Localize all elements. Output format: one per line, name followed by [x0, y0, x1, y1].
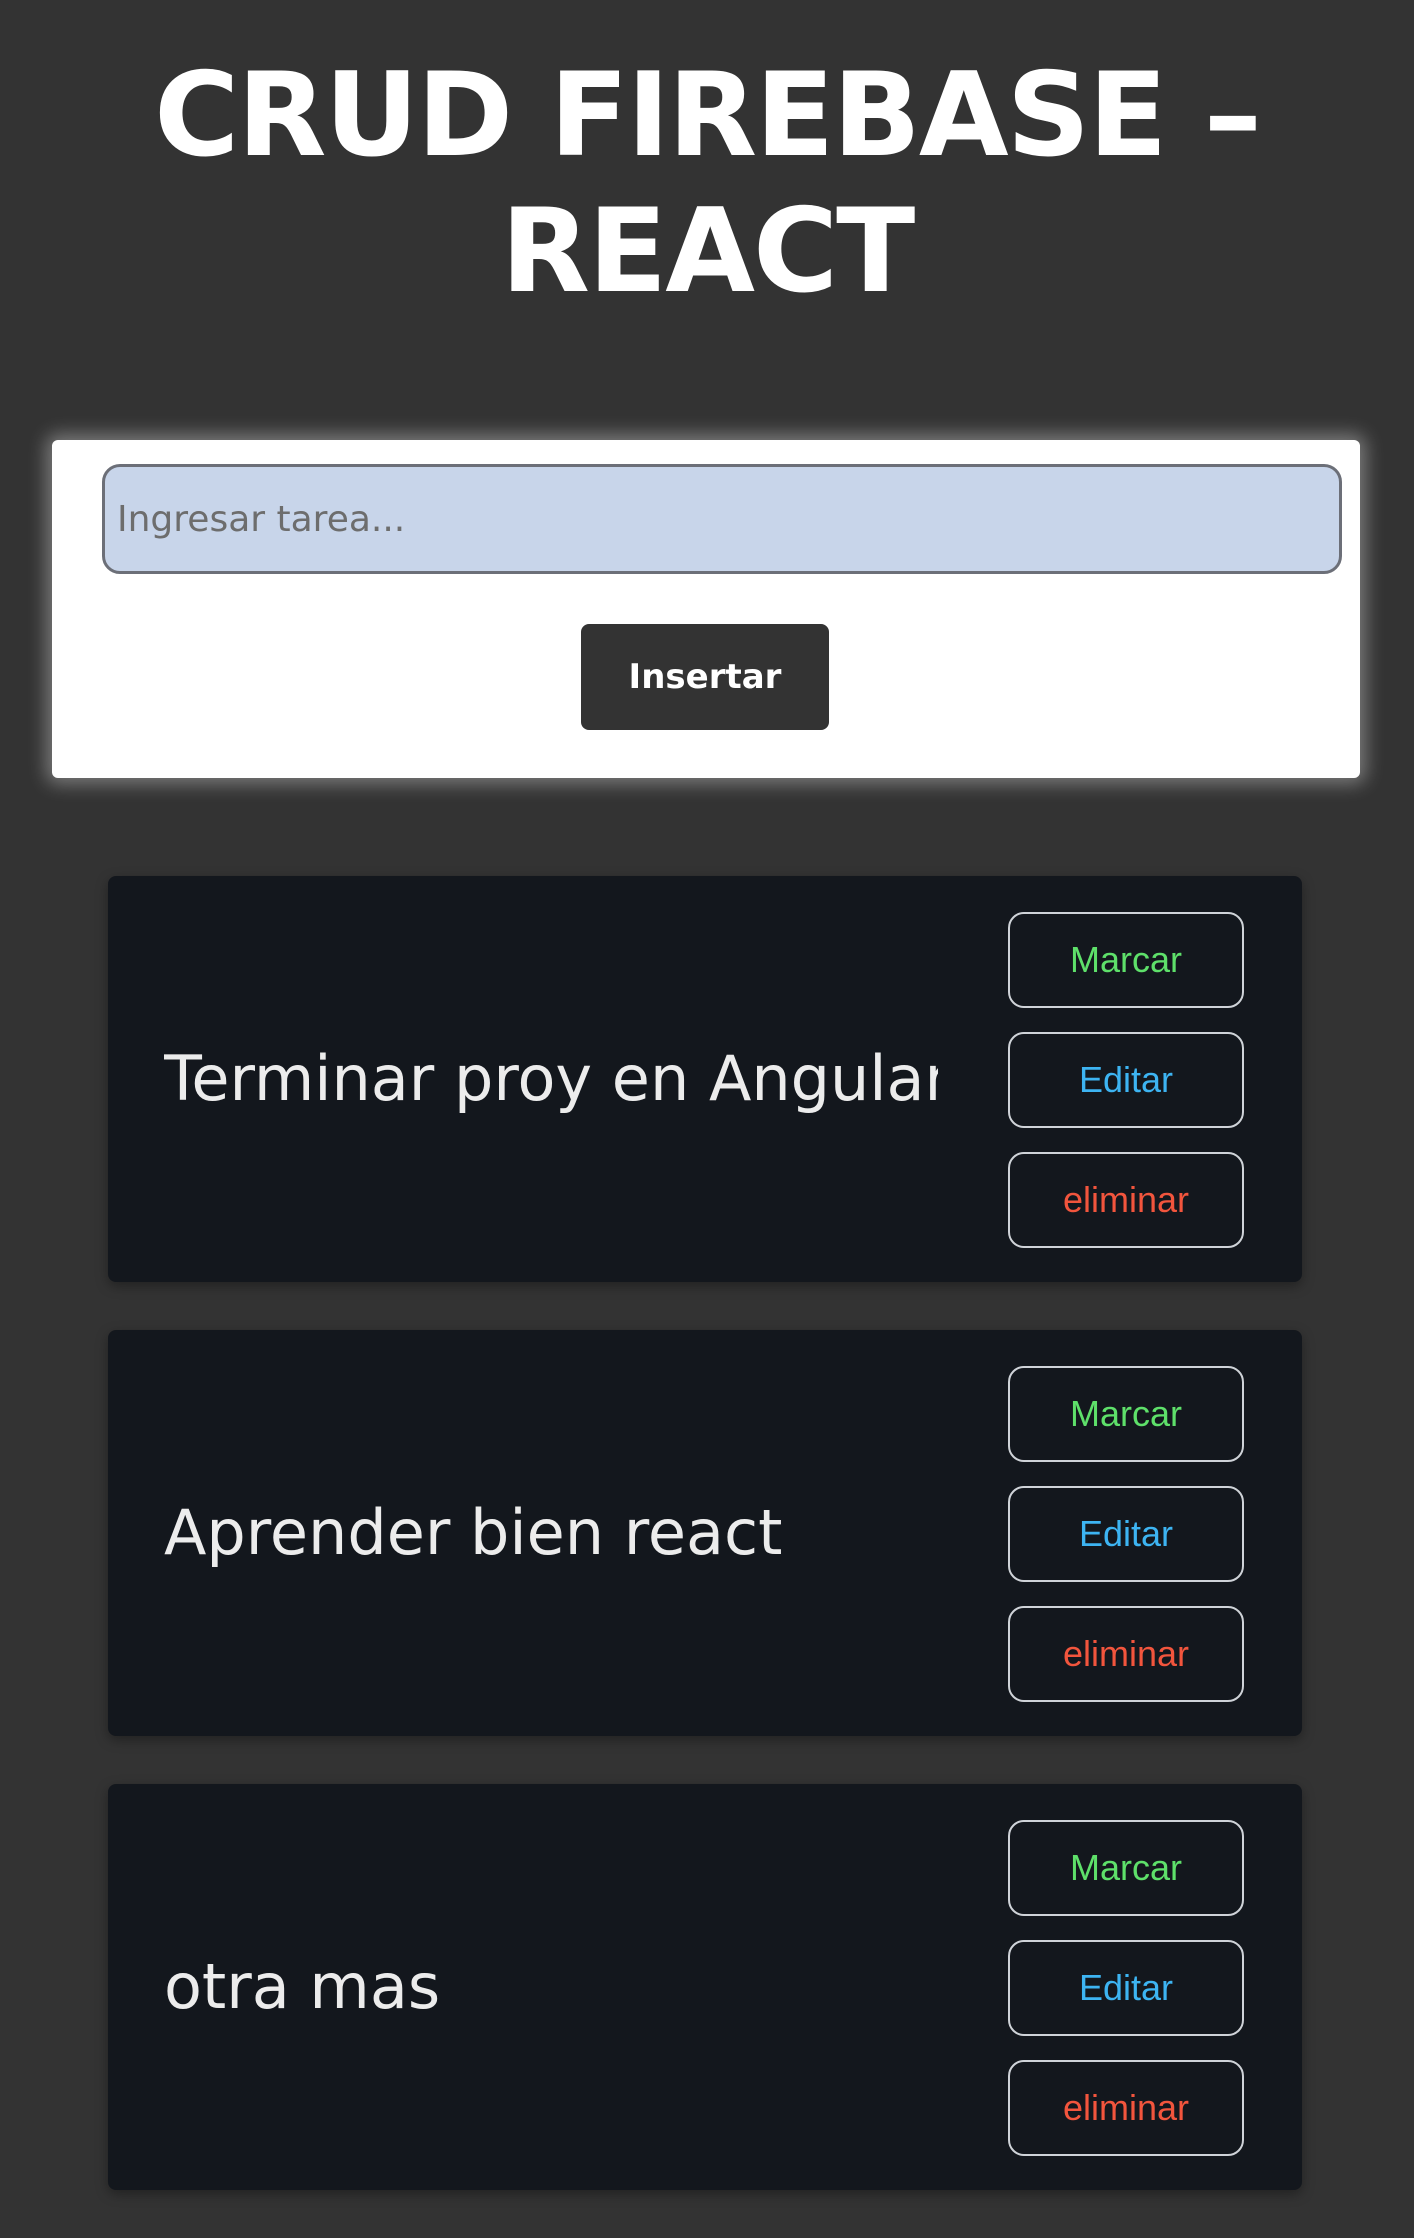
edit-button[interactable]: Editar	[1008, 1486, 1244, 1582]
delete-button[interactable]: eliminar	[1008, 1152, 1244, 1248]
page-title-line-1: CRUD FIREBASE –	[154, 48, 1262, 183]
delete-button[interactable]: eliminar	[1008, 2060, 1244, 2156]
task-item: Aprender bien react Marcar Editar elimin…	[108, 1330, 1302, 1736]
page-title: CRUD FIREBASE – REACT	[0, 48, 1414, 320]
task-actions: Marcar Editar eliminar	[1008, 912, 1244, 1272]
task-actions: Marcar Editar eliminar	[1008, 1366, 1244, 1726]
mark-button[interactable]: Marcar	[1008, 1366, 1244, 1462]
edit-button[interactable]: Editar	[1008, 1940, 1244, 2036]
task-input[interactable]	[102, 464, 1342, 574]
edit-button[interactable]: Editar	[1008, 1032, 1244, 1128]
task-text: otra mas	[164, 1950, 441, 2023]
task-list: Terminar proy en Angular Marcar Editar e…	[108, 876, 1302, 2238]
task-text: Terminar proy en Angular	[164, 1042, 938, 1115]
mark-button[interactable]: Marcar	[1008, 912, 1244, 1008]
task-item: Terminar proy en Angular Marcar Editar e…	[108, 876, 1302, 1282]
task-form: Insertar	[52, 440, 1360, 778]
task-text: Aprender bien react	[164, 1496, 783, 1569]
mark-button[interactable]: Marcar	[1008, 1820, 1244, 1916]
task-item: otra mas Marcar Editar eliminar	[108, 1784, 1302, 2190]
task-actions: Marcar Editar eliminar	[1008, 1820, 1244, 2180]
page-title-line-2: REACT	[500, 184, 916, 319]
insert-button[interactable]: Insertar	[581, 624, 829, 730]
delete-button[interactable]: eliminar	[1008, 1606, 1244, 1702]
